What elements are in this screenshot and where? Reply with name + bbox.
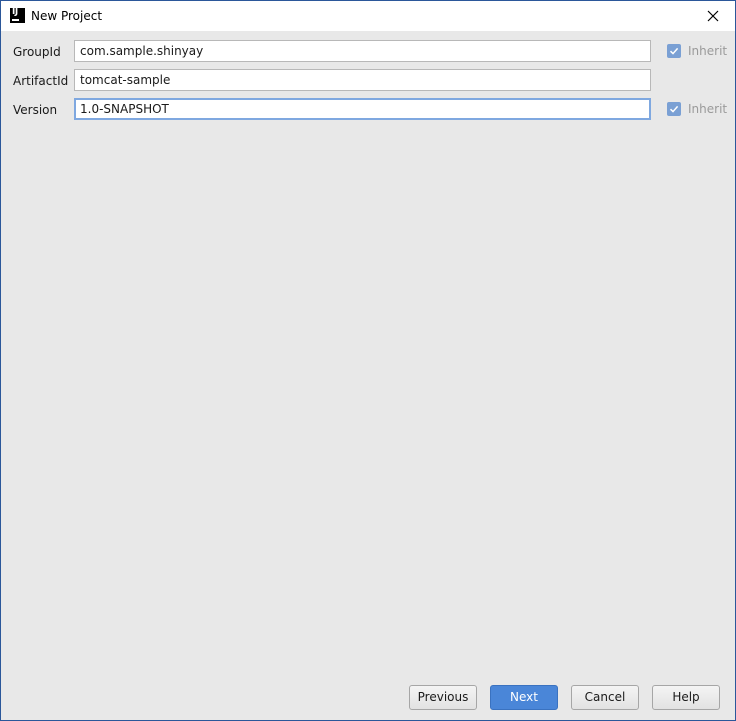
check-icon	[669, 47, 679, 55]
inherit-label: Inherit	[688, 44, 728, 58]
artifactid-field[interactable]	[74, 69, 651, 91]
close-icon	[707, 10, 719, 22]
artifactid-label: ArtifactId	[13, 74, 69, 88]
close-button[interactable]	[691, 1, 735, 31]
version-field[interactable]	[74, 98, 651, 120]
intellij-icon: IJ	[10, 7, 25, 23]
new-project-dialog: IJ New Project GroupId Inherit ArtifactI…	[0, 0, 736, 721]
app-icon-text: IJ	[12, 7, 18, 17]
checkbox[interactable]	[667, 102, 681, 116]
check-icon	[669, 105, 679, 113]
inherit-label: Inherit	[688, 102, 728, 116]
checkbox[interactable]	[667, 44, 681, 58]
help-button[interactable]: Help	[652, 685, 720, 710]
next-button[interactable]: Next	[490, 685, 558, 710]
window-title: New Project	[31, 9, 103, 23]
previous-button[interactable]: Previous	[409, 685, 477, 710]
groupid-field[interactable]	[74, 40, 651, 62]
version-label: Version	[13, 103, 58, 117]
groupid-label: GroupId	[13, 45, 61, 59]
title-bar: IJ New Project	[1, 1, 735, 31]
cancel-button[interactable]: Cancel	[571, 685, 639, 710]
